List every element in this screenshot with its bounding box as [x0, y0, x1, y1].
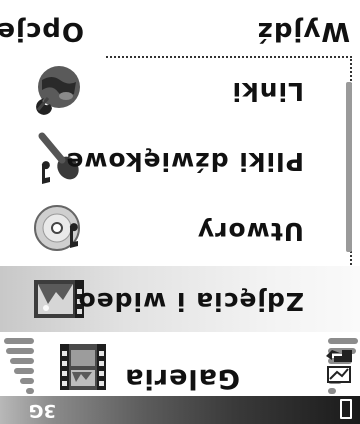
phone-mode-icon [326, 350, 352, 383]
list-item-label: Zdjęcia i wideo [77, 287, 304, 316]
list-item-photos-video[interactable]: Zdjęcia i wideo [0, 266, 360, 332]
list-item-label: Utwory [196, 217, 304, 246]
list-item-tracks[interactable]: Utwory [0, 196, 360, 262]
globe-link-icon [36, 66, 80, 115]
rotated-display: 3G Galeria Zdjęcia i wideo Utwory Pliki … [0, 0, 360, 424]
softkey-bar: Opcje Wyjdź [0, 0, 360, 50]
exit-softkey[interactable]: Wyjdź [257, 16, 350, 46]
menu-list: Zdjęcia i wideo Utwory Pliki dźwiękowe L… [0, 56, 360, 332]
signal-bars [0, 334, 34, 396]
app-title: Galeria [124, 363, 240, 394]
title-bar: 3G Galeria [0, 334, 360, 424]
film-strip-icon [60, 344, 106, 390]
list-item-label: Pliki dźwiękowe [65, 147, 304, 176]
battery-icon [340, 399, 352, 419]
phone-screen: 3G Galeria Zdjęcia i wideo Utwory Pliki … [0, 0, 360, 424]
list-item-sound-files[interactable]: Pliki dźwiękowe [0, 126, 360, 192]
status-strip: 3G [0, 396, 360, 424]
network-indicator: 3G [28, 400, 56, 421]
options-softkey[interactable]: Opcje [0, 16, 84, 46]
list-item-label: Linki [231, 77, 305, 106]
music-cd-icon [34, 205, 80, 251]
list-item-links[interactable]: Linki [0, 56, 360, 122]
